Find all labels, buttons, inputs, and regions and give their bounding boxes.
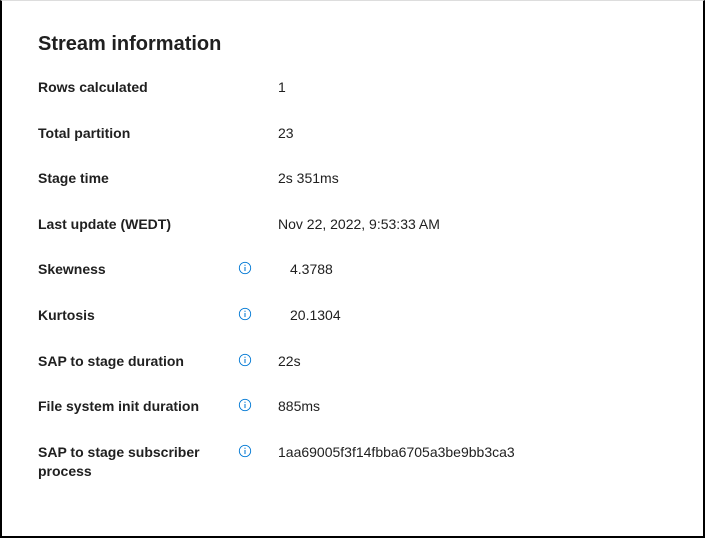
value-kurtosis: 20.1304 bbox=[278, 306, 341, 326]
info-icon[interactable] bbox=[238, 353, 252, 367]
label-sap-subscriber-process: SAP to stage subscriber process bbox=[38, 443, 238, 482]
label-fs-init-duration: File system init duration bbox=[38, 397, 238, 417]
row-skewness: Skewness 4.3788 bbox=[38, 260, 667, 280]
row-rows-calculated: Rows calculated 1 bbox=[38, 78, 667, 98]
info-icon[interactable] bbox=[238, 307, 252, 321]
info-icon[interactable] bbox=[238, 398, 252, 412]
row-kurtosis: Kurtosis 20.1304 bbox=[38, 306, 667, 326]
label-stage-time: Stage time bbox=[38, 169, 238, 189]
row-sap-stage-duration: SAP to stage duration 22s bbox=[38, 352, 667, 372]
value-total-partition: 23 bbox=[278, 124, 294, 144]
value-rows-calculated: 1 bbox=[278, 78, 286, 98]
row-sap-subscriber-process: SAP to stage subscriber process 1aa69005… bbox=[38, 443, 667, 482]
label-total-partition: Total partition bbox=[38, 124, 238, 144]
value-last-update: Nov 22, 2022, 9:53:33 AM bbox=[278, 215, 440, 235]
row-last-update: Last update (WEDT) Nov 22, 2022, 9:53:33… bbox=[38, 215, 667, 235]
value-fs-init-duration: 885ms bbox=[278, 397, 320, 417]
label-rows-calculated: Rows calculated bbox=[38, 78, 238, 98]
row-stage-time: Stage time 2s 351ms bbox=[38, 169, 667, 189]
value-sap-subscriber-process: 1aa69005f3f14fbba6705a3be9bb3ca3 bbox=[278, 443, 515, 463]
page-title: Stream information bbox=[38, 33, 667, 56]
info-icon[interactable] bbox=[238, 261, 252, 275]
stream-information-panel: Stream information Rows calculated 1 Tot… bbox=[2, 1, 703, 528]
info-icon[interactable] bbox=[238, 444, 252, 458]
row-total-partition: Total partition 23 bbox=[38, 124, 667, 144]
value-skewness: 4.3788 bbox=[278, 260, 333, 280]
label-kurtosis: Kurtosis bbox=[38, 306, 238, 326]
row-fs-init-duration: File system init duration 885ms bbox=[38, 397, 667, 417]
value-stage-time: 2s 351ms bbox=[278, 169, 339, 189]
label-skewness: Skewness bbox=[38, 260, 238, 280]
label-last-update: Last update (WEDT) bbox=[38, 215, 238, 235]
label-sap-stage-duration: SAP to stage duration bbox=[38, 352, 238, 372]
value-sap-stage-duration: 22s bbox=[278, 352, 301, 372]
